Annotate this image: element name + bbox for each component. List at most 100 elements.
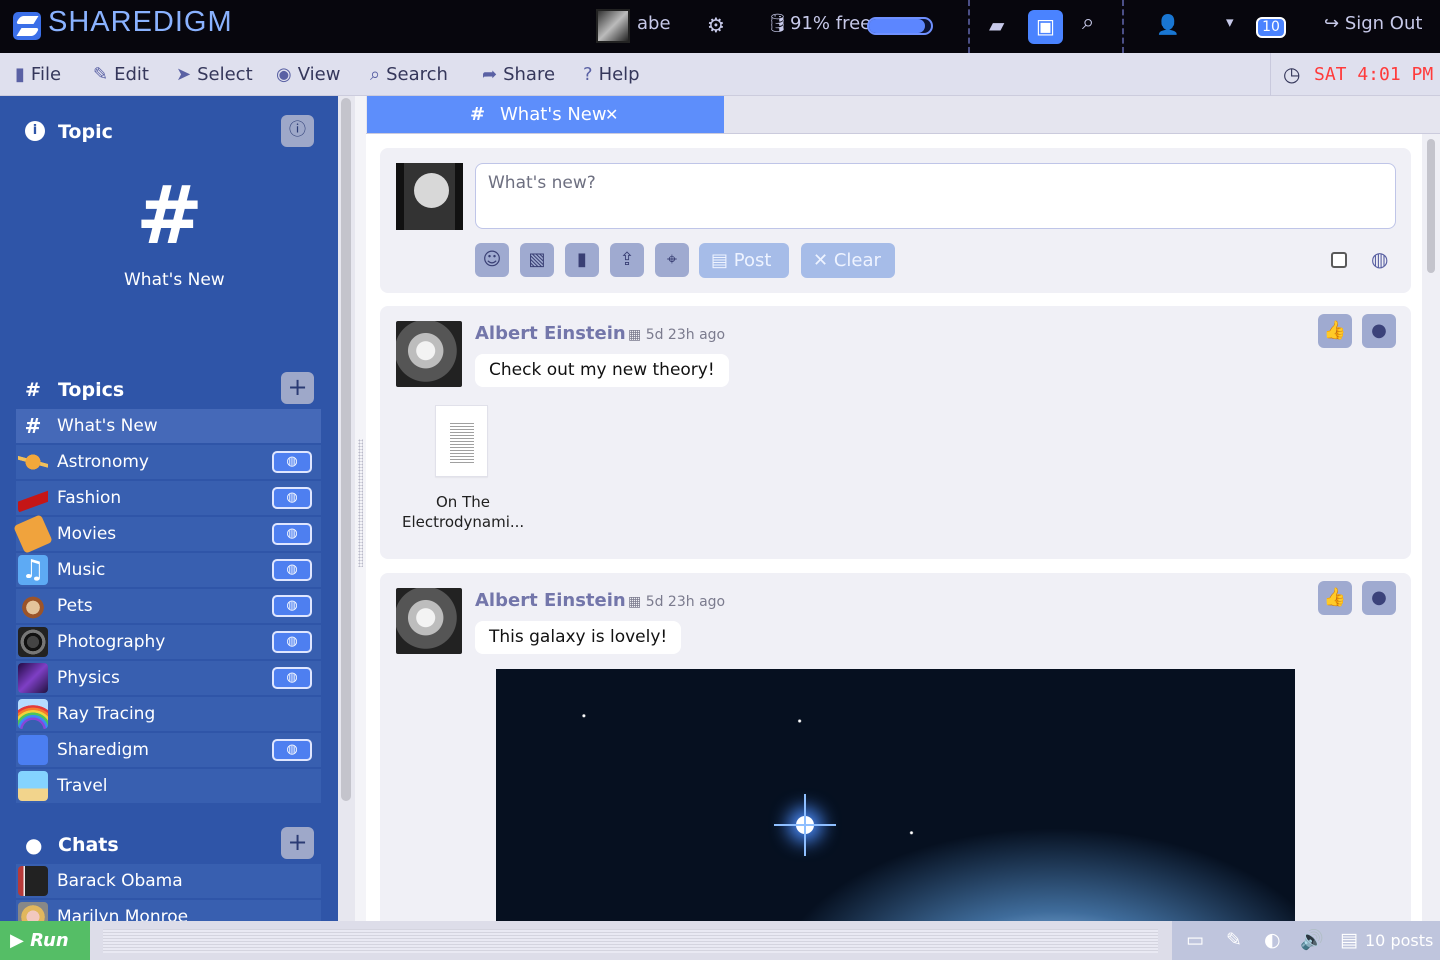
share-globe-icon[interactable]: ◍ <box>272 451 312 473</box>
tab-close-icon[interactable]: ✕ <box>605 96 618 134</box>
comment-button[interactable]: ● <box>1362 314 1396 348</box>
planet-icon <box>18 447 48 477</box>
topic-item-whats-new[interactable]: # What's New <box>16 409 321 443</box>
share-globe-icon[interactable]: ◍ <box>272 631 312 653</box>
share-globe-icon[interactable]: ◍ <box>272 667 312 689</box>
document-name[interactable]: On The Electrodynami... <box>402 492 524 532</box>
menu-help[interactable]: ? Help <box>583 64 640 85</box>
clear-button[interactable]: ✕ Clear <box>801 243 895 278</box>
folder-icon[interactable]: ▰ <box>989 13 1004 37</box>
menu-view[interactable]: ◉ View <box>276 64 340 85</box>
post-author[interactable]: Albert Einstein <box>475 590 626 611</box>
chat-app-button[interactable]: ▣ <box>1028 10 1063 44</box>
topic-item-sharedigm[interactable]: Sharedigm ◍ <box>16 733 321 767</box>
file-icon: ▮ <box>15 64 25 85</box>
volume-icon[interactable]: 🔊 <box>1300 921 1324 960</box>
share-globe-icon[interactable]: ◍ <box>272 739 312 761</box>
left-sidebar: i Topic ⓘ # What's New # Topics + # What… <box>0 96 338 921</box>
menu-search[interactable]: ⌕ Search <box>370 64 448 85</box>
topic-section-title: Topic <box>58 121 113 143</box>
sign-out-icon: ↪ <box>1324 13 1340 34</box>
share-globe-icon[interactable]: ◍ <box>272 523 312 545</box>
search-icon[interactable]: ⌕ <box>1082 10 1094 35</box>
file-attach-button[interactable]: ▮ <box>565 243 599 277</box>
add-topic-button[interactable]: + <box>281 372 314 404</box>
topic-item-fashion[interactable]: Fashion ◍ <box>16 481 321 515</box>
shoe-icon <box>18 483 48 513</box>
location-button[interactable]: ⌖ <box>655 243 689 277</box>
chat-bubble-icon: ● <box>25 833 43 857</box>
settings-gear-icon[interactable]: ⚙ <box>707 13 725 37</box>
sign-out-button[interactable]: ↪ Sign Out <box>1324 13 1422 34</box>
feed-scrollbar-thumb[interactable] <box>1427 139 1435 273</box>
comment-button[interactable]: ● <box>1362 581 1396 615</box>
tab-whats-new[interactable]: # What's New ✕ <box>367 96 724 133</box>
find-user-icon[interactable]: 👤 <box>1156 13 1180 36</box>
contrast-icon[interactable]: ◐ <box>1264 921 1281 960</box>
image-button[interactable]: ▧ <box>520 243 554 277</box>
brush-icon[interactable]: ✎ <box>1226 921 1242 960</box>
splitter-handle[interactable] <box>358 439 363 567</box>
avatar-obama <box>18 866 48 896</box>
help-icon: ? <box>583 64 593 85</box>
notifications-dropdown-icon[interactable]: ▾ <box>1226 13 1234 31</box>
hash-icon: # <box>24 414 42 438</box>
like-button[interactable]: 👍 <box>1318 314 1352 348</box>
post-time: ▦ 5d 23h ago <box>628 327 726 343</box>
public-checkbox[interactable] <box>1331 252 1347 268</box>
topic-item-photography[interactable]: Photography ◍ <box>16 625 321 659</box>
chat-item-marilyn-monroe[interactable]: Marilyn Monroe <box>16 900 321 921</box>
calendar-icon: ▦ <box>628 327 642 343</box>
topic-item-music[interactable]: ♫ Music ◍ <box>16 553 321 587</box>
new-post-input[interactable]: What's new? <box>475 163 1396 229</box>
menu-file[interactable]: ▮ File <box>15 64 61 85</box>
monitor-icon[interactable]: ▭ <box>1186 921 1204 960</box>
author-avatar[interactable] <box>396 321 462 387</box>
cursor-icon: ➤ <box>176 64 192 85</box>
sidebar-scrollbar[interactable] <box>338 96 355 921</box>
topic-item-movies[interactable]: Movies ◍ <box>13 514 321 554</box>
like-button[interactable]: 👍 <box>1318 581 1352 615</box>
clock-time: SAT 4:01 PM <box>1314 64 1434 85</box>
topic-item-physics[interactable]: Physics ◍ <box>16 661 321 695</box>
share-globe-icon[interactable]: ◍ <box>272 595 312 617</box>
pane-splitter[interactable] <box>355 96 366 921</box>
username[interactable]: abe <box>637 13 671 34</box>
status-tools: ▭ ✎ ◐ 🔊 ▤ 10 posts <box>1172 921 1440 960</box>
add-chat-button[interactable]: + <box>281 827 314 859</box>
share-globe-icon[interactable]: ◍ <box>272 559 312 581</box>
topic-item-ray-tracing[interactable]: Ray Tracing <box>16 697 321 731</box>
newspaper-icon: ▤ <box>711 250 729 271</box>
menu-edit[interactable]: ✎ Edit <box>93 64 149 85</box>
menu-share[interactable]: ➦ Share <box>482 64 555 85</box>
topic-info-button[interactable]: ⓘ <box>281 115 314 147</box>
notifications-count-badge[interactable]: 10 <box>1256 17 1286 38</box>
menu-select[interactable]: ➤ Select <box>176 64 253 85</box>
upload-button[interactable]: ⇪ <box>610 243 644 277</box>
document-thumbnail[interactable] <box>435 405 488 477</box>
post-button[interactable]: ▤ Post <box>699 243 789 278</box>
topic-item-astronomy[interactable]: Astronomy ◍ <box>16 445 321 479</box>
author-avatar[interactable] <box>396 588 462 654</box>
tab-hash-icon: # <box>470 104 486 125</box>
feed-scrollbar[interactable] <box>1422 134 1440 921</box>
sidebar-scrollbar-thumb[interactable] <box>341 98 351 801</box>
play-icon: ▶ <box>10 930 24 951</box>
post-author[interactable]: Albert Einstein <box>475 323 626 344</box>
storage-progress-bar <box>867 17 933 35</box>
storage-database-icon: 🛢 <box>766 13 789 34</box>
topic-item-travel[interactable]: Travel <box>16 769 321 803</box>
share-icon: ➦ <box>482 64 498 85</box>
emoji-button[interactable]: ☺ <box>475 243 509 277</box>
current-topic-name: What's New <box>124 270 225 290</box>
chat-item-barack-obama[interactable]: Barack Obama <box>16 864 321 898</box>
run-button[interactable]: ▶ Run <box>0 921 90 960</box>
topic-item-pets[interactable]: Pets ◍ <box>16 589 321 623</box>
camera-icon <box>18 627 48 657</box>
user-avatar[interactable] <box>596 9 630 43</box>
galaxy-image[interactable] <box>496 669 1295 921</box>
clear-x-icon: ✕ <box>813 250 829 271</box>
rainbow-icon <box>18 699 48 729</box>
ticket-icon <box>13 514 53 554</box>
share-globe-icon[interactable]: ◍ <box>272 487 312 509</box>
